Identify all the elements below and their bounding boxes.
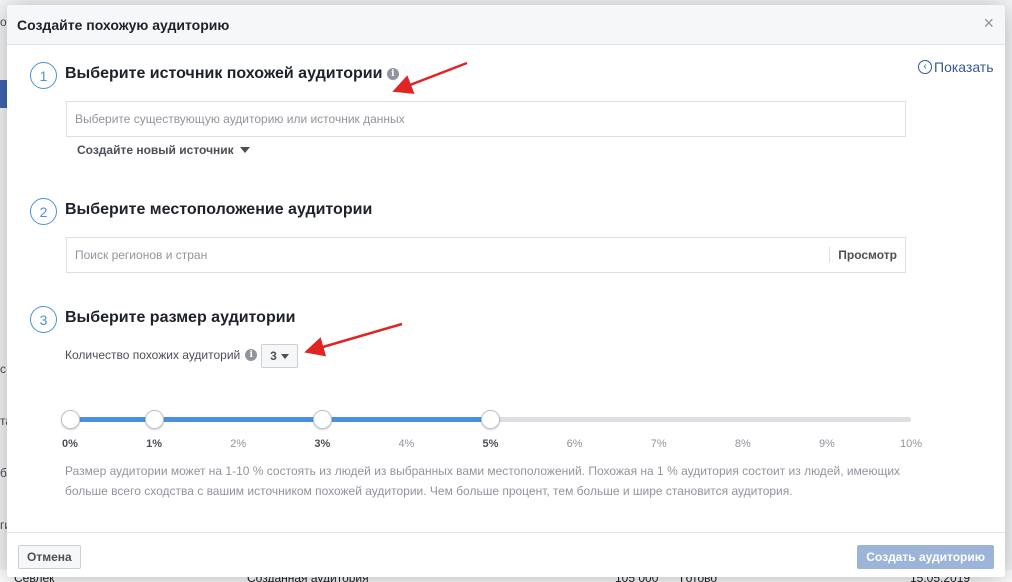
- slider-tick-label: 0%: [62, 438, 78, 450]
- show-link-label: Показать: [934, 59, 994, 75]
- source-input[interactable]: [67, 102, 905, 136]
- step-1-title-text: Выберите источник похожей аудитории: [65, 65, 383, 82]
- step-1-number: 1: [30, 62, 57, 89]
- background-fragment: с: [0, 362, 6, 376]
- lookalike-count-select[interactable]: 3: [261, 344, 298, 368]
- source-input-box: [66, 101, 906, 137]
- slider-tick-label: 1%: [146, 438, 163, 450]
- slider-knob[interactable]: [481, 410, 500, 429]
- slider-tick-label: 5%: [482, 438, 499, 450]
- slider-knob[interactable]: [144, 410, 164, 429]
- create-new-source-label: Создайте новый источник: [77, 143, 234, 157]
- lookalike-count-value: 3: [270, 349, 277, 363]
- chevron-left-icon: ‹: [918, 60, 932, 74]
- slider-tick-label: 10%: [899, 438, 923, 450]
- create-new-source-dropdown[interactable]: Создайте новый источник: [77, 143, 250, 157]
- caret-down-icon: [280, 353, 289, 359]
- info-icon[interactable]: i: [386, 67, 399, 80]
- create-audience-button[interactable]: Создать аудиторию: [857, 545, 994, 569]
- dialog-footer: Отмена Создать аудиторию: [7, 532, 1005, 577]
- annotation-arrow-2: [304, 322, 403, 357]
- location-input-box: Просмотр: [66, 237, 906, 273]
- dialog-title: Создайте похожую аудиторию: [17, 17, 230, 33]
- slider-knob[interactable]: [312, 410, 332, 429]
- info-icon[interactable]: i: [245, 349, 258, 361]
- cancel-button[interactable]: Отмена: [18, 545, 81, 569]
- audience-size-description: Размер аудитории может на 1-10 % состоят…: [65, 464, 901, 498]
- lookalike-count-label: Количество похожих аудиторий i: [65, 348, 258, 362]
- lookalike-count-label-text: Количество похожих аудиторий: [65, 348, 241, 362]
- dialog-header: Создайте похожую аудиторию ×: [7, 5, 1005, 45]
- show-link[interactable]: ‹ Показать: [918, 59, 994, 75]
- step-3-title: Выберите размер аудитории: [65, 309, 296, 326]
- audience-size-slider-fill: [70, 417, 491, 422]
- slider-tick-label: 7%: [650, 438, 667, 450]
- close-icon[interactable]: ×: [983, 14, 994, 32]
- slider-tick-label: 6%: [566, 438, 583, 450]
- location-search-input[interactable]: [67, 238, 905, 272]
- slider-tick-label: 4%: [398, 438, 415, 450]
- step-2-title: Выберите местоположение аудитории: [65, 201, 373, 218]
- slider-tick-label: 9%: [818, 438, 835, 450]
- slider-knob[interactable]: [60, 410, 80, 429]
- browse-button[interactable]: Просмотр: [829, 247, 897, 263]
- step-1-title: Выберите источник похожей аудитории i: [65, 65, 399, 83]
- caret-down-icon: [239, 147, 250, 153]
- slider-tick-label: 3%: [314, 438, 331, 450]
- slider-tick-label: 8%: [734, 438, 751, 450]
- lookalike-audience-dialog: Создайте похожую аудиторию × ‹ Показать …: [7, 5, 1005, 577]
- annotation-arrow-1: [392, 61, 468, 94]
- step-2-number: 2: [30, 198, 57, 225]
- step-3-number: 3: [30, 306, 57, 333]
- slider-tick-label: 2%: [230, 438, 247, 450]
